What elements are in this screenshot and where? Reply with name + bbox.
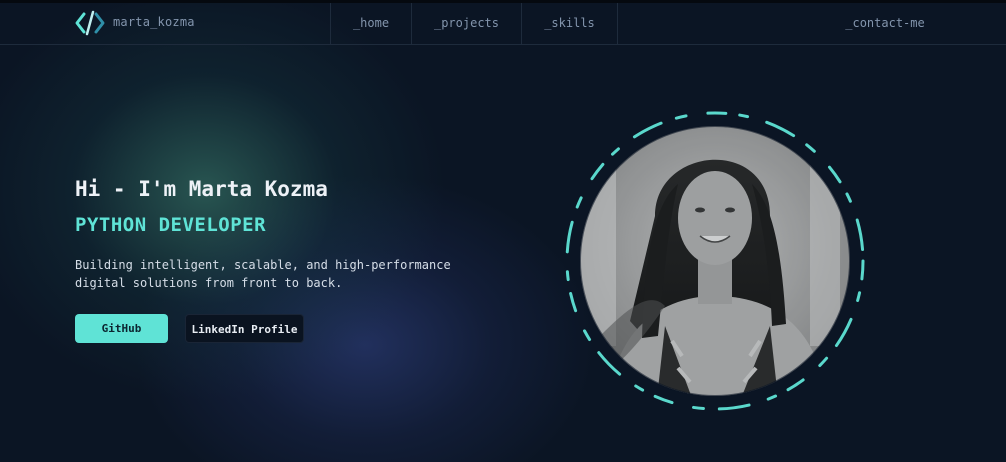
code-brackets-icon[interactable] (75, 9, 105, 37)
navbar: marta_kozma _home _projects _skills _con… (0, 3, 1006, 45)
brand-name[interactable]: marta_kozma (113, 15, 195, 29)
nav-projects[interactable]: _projects (412, 3, 522, 45)
nav-home[interactable]: _home (330, 3, 412, 45)
portrait-photo (580, 126, 850, 396)
hero-role: PYTHON DEVELOPER (75, 214, 267, 236)
portrait-frame (565, 111, 865, 411)
hero-description: Building intelligent, scalable, and high… (75, 258, 451, 290)
github-button[interactable]: GitHub (75, 314, 168, 343)
page: marta_kozma _home _projects _skills _con… (0, 0, 1006, 462)
nav-skills[interactable]: _skills (522, 3, 618, 45)
nav-contact-me[interactable]: _contact-me (835, 3, 935, 45)
hero-greeting: Hi - I'm Marta Kozma (75, 177, 328, 201)
linkedin-button[interactable]: LinkedIn Profile (185, 314, 304, 343)
